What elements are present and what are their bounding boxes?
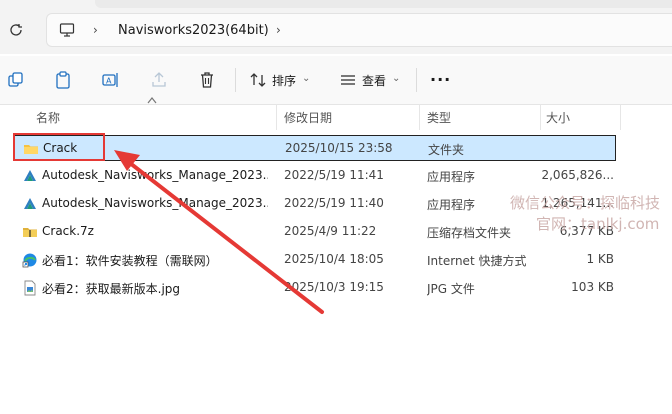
autodesk-installer-icon bbox=[24, 198, 36, 209]
sort-ascending-icon bbox=[147, 97, 157, 104]
file-date: 2025/10/3 19:15 bbox=[284, 280, 384, 294]
file-name: Autodesk_Navisworks_Manage_2023... bbox=[42, 168, 268, 182]
sort-icon[interactable] bbox=[248, 70, 268, 90]
paste-icon[interactable] bbox=[53, 70, 73, 90]
file-date: 2025/10/4 18:05 bbox=[284, 252, 384, 266]
svg-text:A: A bbox=[106, 77, 112, 86]
image-file-icon bbox=[24, 280, 36, 296]
sort-button[interactable]: 排序 bbox=[272, 72, 296, 89]
file-name: 必看2：获取最新版本.jpg bbox=[42, 282, 181, 296]
file-row-crack-7z[interactable]: Crack.7z 2025/4/9 11:22 压缩存档文件夹 6,377 KB bbox=[14, 219, 616, 245]
refresh-icon[interactable] bbox=[8, 22, 24, 38]
chevron-right-icon[interactable]: › bbox=[276, 23, 286, 37]
column-header-row: 名称 修改日期 类型 大小 bbox=[0, 104, 672, 130]
copy-icon[interactable] bbox=[6, 70, 26, 90]
chevron-down-icon[interactable]: ⌄ bbox=[302, 73, 310, 84]
zip-archive-icon bbox=[23, 228, 37, 237]
view-button[interactable]: 查看 bbox=[362, 72, 386, 89]
breadcrumb-folder[interactable]: Navisworks2023(64bit) bbox=[118, 23, 269, 38]
file-size: 103 KB bbox=[571, 280, 614, 294]
file-name: Autodesk_Navisworks_Manage_2023... bbox=[42, 196, 268, 210]
column-header-size[interactable]: 大小 bbox=[546, 109, 570, 126]
column-header-date[interactable]: 修改日期 bbox=[284, 109, 332, 126]
title-strip bbox=[0, 0, 672, 8]
toolbar-divider bbox=[416, 68, 417, 92]
column-header-name[interactable]: 名称 bbox=[36, 109, 60, 126]
file-row-jpg[interactable]: 必看2：获取最新版本.jpg 2025/10/3 19:15 JPG 文件 10… bbox=[14, 275, 616, 301]
file-size: 2,065,826... bbox=[541, 168, 614, 182]
highlight-box bbox=[13, 133, 105, 161]
file-type: JPG 文件 bbox=[427, 282, 475, 296]
chevron-right-icon[interactable]: › bbox=[93, 23, 103, 37]
file-type: 应用程序 bbox=[427, 170, 476, 184]
column-divider[interactable] bbox=[276, 104, 277, 130]
file-type: 应用程序 bbox=[427, 198, 476, 212]
column-divider[interactable] bbox=[620, 104, 621, 130]
autodesk-installer-icon bbox=[24, 170, 36, 181]
column-divider[interactable] bbox=[419, 104, 420, 130]
column-header-type[interactable]: 类型 bbox=[427, 109, 451, 126]
column-divider[interactable] bbox=[540, 104, 541, 130]
file-size: 1 KB bbox=[586, 252, 614, 266]
view-icon[interactable] bbox=[338, 70, 358, 90]
file-name: 必看1：软件安装教程（需联网） bbox=[42, 254, 218, 268]
share-icon[interactable] bbox=[149, 70, 169, 90]
watermark-site: 官网：tanlkj.com bbox=[536, 215, 660, 233]
file-type: Internet 快捷方式 bbox=[427, 254, 527, 268]
chevron-down-icon[interactable]: ⌄ bbox=[392, 73, 400, 84]
tab-area bbox=[95, 0, 672, 8]
file-type: 文件夹 bbox=[428, 143, 465, 157]
file-date: 2022/5/19 11:41 bbox=[284, 168, 384, 182]
file-type: 压缩存档文件夹 bbox=[427, 226, 512, 240]
file-row-installer-1[interactable]: Autodesk_Navisworks_Manage_2023... 2022/… bbox=[14, 163, 616, 189]
file-row-shortcut[interactable]: 必看1：软件安装教程（需联网） 2025/10/4 18:05 Internet… bbox=[14, 247, 616, 273]
file-name: Crack.7z bbox=[42, 224, 94, 238]
file-date: 2025/10/15 23:58 bbox=[285, 141, 393, 155]
file-date: 2025/4/9 11:22 bbox=[284, 224, 377, 238]
rename-icon[interactable]: A bbox=[101, 70, 121, 90]
this-pc-icon[interactable] bbox=[59, 22, 75, 38]
more-options-button[interactable]: ··· bbox=[430, 70, 451, 89]
internet-shortcut-icon bbox=[22, 253, 37, 268]
delete-icon[interactable] bbox=[197, 70, 217, 90]
toolbar-divider bbox=[235, 68, 236, 92]
command-bar: A 排序 ⌄ 查看 ⌄ ··· bbox=[0, 56, 672, 105]
watermark-wechat: 微信公众号：探临科技 bbox=[510, 194, 661, 212]
file-date: 2022/5/19 11:40 bbox=[284, 196, 384, 210]
